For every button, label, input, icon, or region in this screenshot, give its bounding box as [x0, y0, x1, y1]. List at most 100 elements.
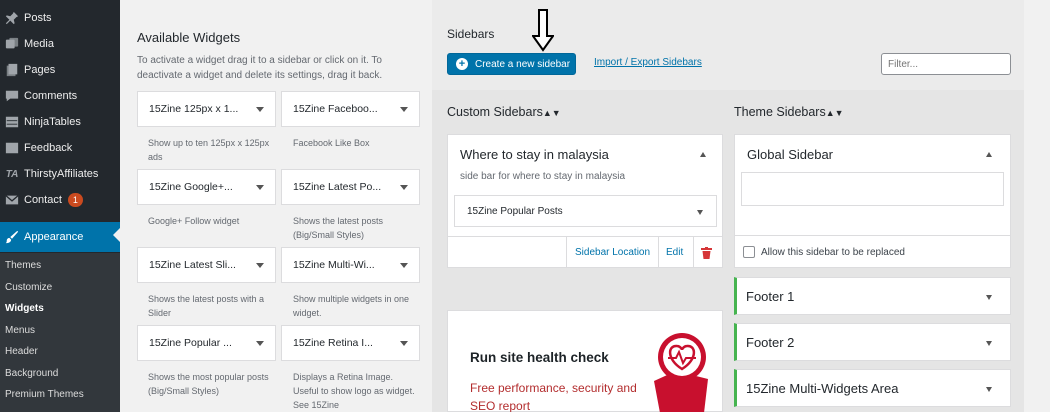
chevron-down-icon	[400, 262, 408, 268]
sort-icon: ▲▼	[542, 108, 561, 118]
widget-tile[interactable]: 15Zine 125px x 1...	[137, 91, 276, 127]
widget-description: Show multiple widgets in one widget.	[293, 294, 410, 318]
submenu-premium-themes[interactable]: Premium Themes	[5, 389, 84, 400]
sidebar-widget[interactable]: 15Zine Popular Posts	[454, 195, 717, 227]
widget-name: 15Zine Popular ...	[149, 337, 232, 349]
menu-label: Posts	[24, 12, 52, 24]
sidebar-name: Footer 1	[746, 289, 795, 304]
table-icon	[4, 114, 20, 130]
sidebar-location-link[interactable]: Sidebar Location	[575, 247, 650, 258]
available-widgets-title: Available Widgets	[137, 30, 241, 45]
comments-icon	[4, 88, 20, 104]
sidebars-toolbar	[432, 0, 1024, 90]
divider	[693, 237, 694, 268]
widget-name: 15Zine Google+...	[149, 181, 233, 193]
chevron-down-icon	[986, 387, 992, 392]
divider	[448, 236, 722, 237]
widget-name: 15Zine 125px x 1...	[149, 103, 239, 115]
ta-icon: TA	[5, 168, 19, 180]
divider	[735, 235, 1010, 236]
health-card-subtitle: Free performance, security and SEO repor…	[470, 381, 637, 412]
menu-feedback[interactable]: Feedback	[0, 135, 120, 161]
count-badge: 1	[67, 193, 83, 207]
theme-sidebars-heading[interactable]: Theme Sidebars▲▼	[734, 105, 844, 119]
chevron-down-icon	[256, 262, 264, 268]
widget-description: Shows the most popular posts (Big/Small …	[148, 372, 269, 396]
menu-thirstyaffiliates[interactable]: TA ThirstyAffiliates	[0, 161, 120, 187]
filter-input[interactable]	[881, 53, 1011, 75]
submenu-background[interactable]: Background	[5, 368, 58, 379]
menu-label: ThirstyAffiliates	[24, 168, 99, 180]
custom-sidebars-heading[interactable]: Custom Sidebars▲▼	[447, 105, 561, 119]
widget-description: Show up to ten 125px x 125px ads	[148, 138, 270, 162]
menu-contact[interactable]: Contact 1	[0, 187, 120, 213]
chevron-down-icon	[697, 210, 703, 215]
widget-description: Facebook Like Box	[293, 138, 370, 148]
chevron-down-icon	[986, 295, 992, 300]
widget-description: Google+ Follow widget	[148, 216, 240, 226]
widget-tile[interactable]: 15Zine Faceboo...	[281, 91, 420, 127]
widget-tile[interactable]: 15Zine Google+...	[137, 169, 276, 205]
chevron-down-icon	[400, 340, 408, 346]
replace-checkbox[interactable]	[743, 246, 755, 258]
edit-sidebar-link[interactable]: Edit	[666, 247, 683, 258]
widget-name: 15Zine Latest Po...	[293, 181, 382, 193]
create-sidebar-button[interactable]: + Create a new sidebar	[447, 53, 576, 75]
sidebar-widget-name: 15Zine Popular Posts	[467, 206, 563, 217]
custom-sidebars-title: Custom Sidebars	[447, 105, 543, 119]
import-export-link[interactable]: Import / Export Sidebars	[594, 57, 702, 68]
submenu-customize[interactable]: Customize	[5, 282, 52, 293]
menu-label: Comments	[24, 90, 78, 102]
chevron-down-icon	[400, 106, 408, 112]
theme-sidebars-title: Theme Sidebars	[734, 105, 826, 119]
mail-icon	[4, 192, 20, 208]
widget-tile[interactable]: 15Zine Retina I...	[281, 325, 420, 361]
submenu-widgets[interactable]: Widgets	[5, 303, 44, 314]
submenu-themes[interactable]: Themes	[5, 260, 41, 271]
widget-tile[interactable]: 15Zine Multi-Wi...	[281, 247, 420, 283]
widget-description: Shows the latest posts (Big/Small Styles…	[293, 216, 384, 240]
menu-posts[interactable]: Posts	[0, 5, 120, 31]
widget-tile[interactable]: 15Zine Latest Sli...	[137, 247, 276, 283]
media-icon	[4, 36, 20, 52]
site-health-card[interactable]: Run site health check Free performance, …	[447, 310, 723, 412]
submenu-menus[interactable]: Menus	[5, 325, 35, 336]
chevron-down-icon	[400, 184, 408, 190]
widget-tile[interactable]: 15Zine Latest Po...	[281, 169, 420, 205]
chevron-down-icon	[256, 340, 264, 346]
custom-sidebar-box: Where to stay in malaysia side bar for w…	[447, 134, 723, 268]
menu-appearance[interactable]: Appearance	[0, 222, 120, 252]
menu-media[interactable]: Media	[0, 31, 120, 57]
footer-1-sidebar[interactable]: Footer 1	[734, 277, 1011, 315]
widget-tile[interactable]: 15Zine Popular ...	[137, 325, 276, 361]
available-widgets-panel: Available Widgets To activate a widget d…	[120, 0, 432, 412]
pin-icon	[4, 10, 20, 26]
heart-health-icon	[654, 333, 708, 412]
sidebar-name: Global Sidebar	[747, 147, 833, 162]
page-margin	[1024, 0, 1050, 412]
trash-icon[interactable]	[701, 247, 712, 259]
menu-label: Media	[24, 38, 54, 50]
menu-ninjatables[interactable]: NinjaTables	[0, 109, 120, 135]
footer-2-sidebar[interactable]: Footer 2	[734, 323, 1011, 361]
available-widgets-description: To activate a widget drag it to a sideba…	[137, 55, 383, 81]
divider	[566, 237, 567, 268]
menu-pages[interactable]: Pages	[0, 57, 120, 83]
chevron-up-icon[interactable]	[700, 152, 706, 157]
chevron-up-icon[interactable]	[986, 152, 992, 157]
sidebars-title: Sidebars	[447, 27, 495, 41]
admin-menu: Posts Media Pages Comments NinjaTables F…	[0, 0, 120, 412]
pages-icon	[4, 62, 20, 78]
sidebars-panel: Sidebars + Create a new sidebar Import /…	[432, 0, 1024, 412]
sidebar-drop-area[interactable]	[741, 172, 1004, 206]
submenu-header[interactable]: Header	[5, 346, 38, 357]
menu-comments[interactable]: Comments	[0, 83, 120, 109]
create-sidebar-label: Create a new sidebar	[475, 58, 571, 70]
multi-widgets-area-sidebar[interactable]: 15Zine Multi-Widgets Area	[734, 369, 1011, 407]
widget-description: Shows the latest posts with a Slider	[148, 294, 265, 318]
widget-name: 15Zine Latest Sli...	[149, 259, 236, 271]
health-card-title: Run site health check	[470, 350, 609, 365]
menu-label: Contact	[24, 194, 62, 206]
sort-icon: ▲▼	[825, 108, 844, 118]
chevron-down-icon	[256, 184, 264, 190]
